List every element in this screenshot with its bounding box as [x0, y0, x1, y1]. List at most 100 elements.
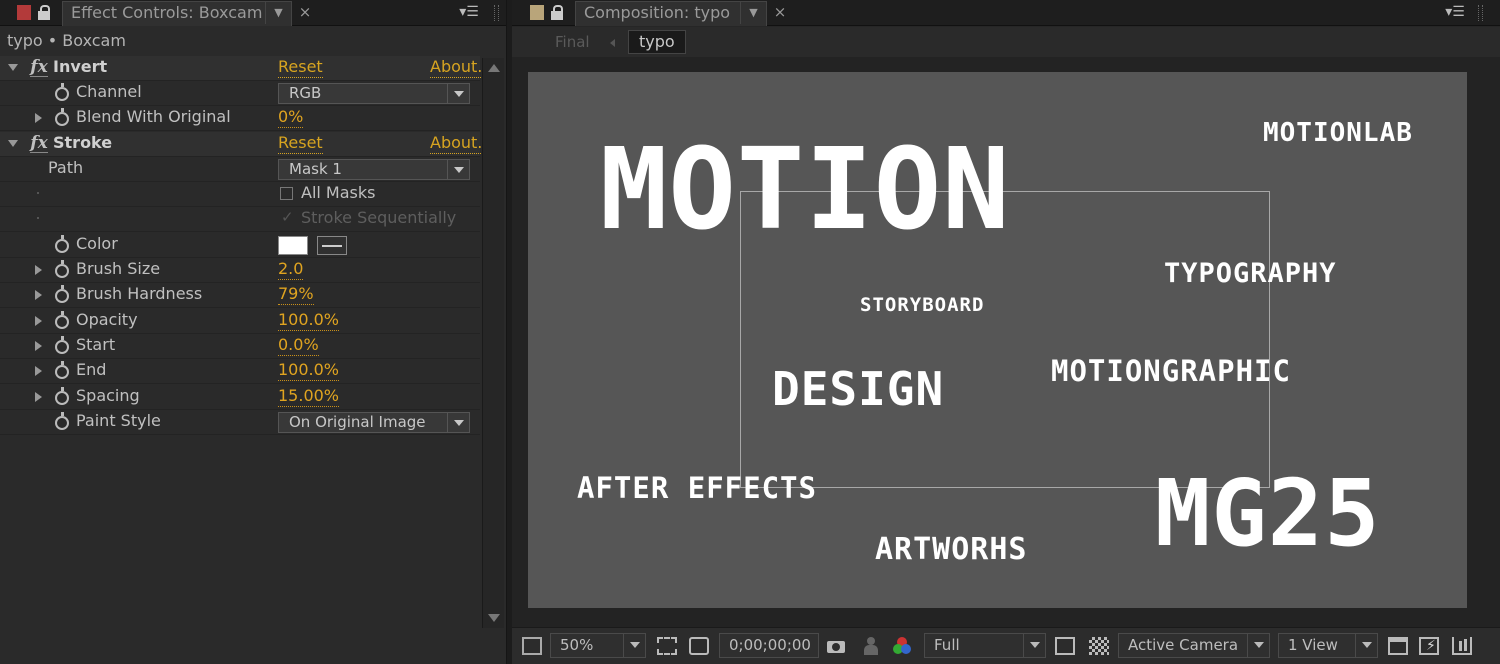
opacity-value[interactable]: 100.0% — [278, 310, 340, 331]
channel-dropdown[interactable]: RGB — [278, 83, 470, 104]
tab-dropdown-icon[interactable]: ▼ — [740, 2, 766, 24]
scroll-down-icon[interactable] — [488, 614, 500, 622]
region-of-interest-icon[interactable] — [657, 637, 677, 655]
twirl-closed-icon[interactable] — [35, 290, 42, 300]
stopwatch-icon[interactable] — [55, 336, 69, 354]
resolution-dropdown[interactable]: Full — [924, 633, 1046, 658]
channel-rgb-icon[interactable] — [892, 637, 912, 655]
view-layout-dropdown[interactable]: 1 View — [1278, 633, 1378, 658]
tab-dropdown-icon[interactable]: ▼ — [265, 2, 291, 24]
camera-view-dropdown[interactable]: Active Camera — [1118, 633, 1270, 658]
effect-header-stroke[interactable]: fx Stroke Reset About... — [0, 132, 493, 157]
text-layer-artworks[interactable]: ARTWORHS — [875, 532, 1028, 567]
effect-header-invert[interactable]: fx Invert Reset About... — [0, 56, 493, 81]
property-label: Brush Size — [76, 259, 161, 278]
lock-icon[interactable] — [551, 5, 563, 20]
end-value[interactable]: 100.0% — [278, 360, 340, 381]
property-row-color: Color — [0, 233, 480, 258]
stopwatch-icon[interactable] — [55, 83, 69, 101]
composition-viewer[interactable]: MOTION MOTIONLAB TYPOGRAPHY STORYBOARD D… — [512, 57, 1500, 627]
path-dropdown[interactable]: Mask 1 — [278, 159, 470, 180]
panel-color-swatch — [17, 5, 31, 20]
twirl-closed-icon[interactable] — [35, 366, 42, 376]
brush-size-value[interactable]: 2.0 — [278, 259, 304, 280]
text-layer-mg25[interactable]: MG25 — [1155, 464, 1381, 564]
person-icon[interactable] — [861, 637, 881, 655]
twirl-open-icon[interactable] — [8, 64, 18, 71]
text-layer-typography[interactable]: TYPOGRAPHY — [1164, 258, 1337, 289]
property-row-path: Path Mask 1 — [0, 157, 480, 182]
all-masks-label: All Masks — [301, 183, 376, 202]
fx-icon[interactable]: fx — [30, 134, 48, 153]
start-value[interactable]: 0.0% — [278, 335, 319, 356]
panel-grip-icon[interactable] — [494, 5, 499, 21]
text-layer-motionlab[interactable]: MOTIONLAB — [1263, 118, 1413, 148]
tab-effect-controls[interactable]: Effect Controls: Boxcam ▼ — [62, 1, 292, 26]
zoom-value: 50% — [560, 636, 594, 654]
timeline-icon[interactable] — [1452, 637, 1472, 655]
close-icon[interactable]: × — [298, 2, 312, 22]
text-layer-after-effects[interactable]: AFTER EFFECTS — [577, 471, 817, 505]
stopwatch-icon[interactable] — [55, 311, 69, 329]
stopwatch-icon[interactable] — [55, 235, 69, 253]
text-layer-motion[interactable]: MOTION — [600, 130, 1011, 250]
transparency-grid-icon[interactable] — [1089, 637, 1109, 655]
property-row-opacity: Opacity 100.0% — [0, 309, 480, 334]
flow-item-final[interactable]: Final — [555, 33, 590, 51]
vertical-scrollbar[interactable] — [482, 58, 504, 628]
paint-style-dropdown[interactable]: On Original Image — [278, 412, 470, 433]
reset-link-invert[interactable]: Reset — [278, 57, 323, 78]
blend-value[interactable]: 0% — [278, 107, 304, 128]
panel-menu-icon[interactable]: ▾☰ — [1444, 4, 1466, 20]
color-swatch[interactable] — [278, 236, 308, 255]
stopwatch-icon[interactable] — [55, 285, 69, 303]
property-label: Path — [48, 158, 84, 177]
all-masks-checkbox[interactable] — [280, 187, 293, 200]
fast-preview-bolt-icon[interactable]: ⚡ — [1419, 637, 1439, 655]
text-layer-storyboard[interactable]: STORYBOARD — [860, 294, 984, 316]
spacing-value[interactable]: 15.00% — [278, 386, 340, 407]
flow-item-typo[interactable]: typo — [628, 30, 686, 54]
reset-link-stroke[interactable]: Reset — [278, 133, 323, 154]
toggle-mask-visibility-icon[interactable] — [689, 637, 709, 655]
zoom-dropdown[interactable]: 50% — [550, 633, 646, 658]
text-layer-motiongraphic[interactable]: MOTIONGRAPHIC — [1051, 354, 1291, 388]
fx-icon[interactable]: fx — [30, 58, 48, 77]
stopwatch-icon[interactable] — [55, 361, 69, 379]
timecode-field[interactable]: 0;00;00;00 — [719, 633, 819, 658]
brush-hardness-value[interactable]: 79% — [278, 284, 314, 305]
composition-canvas[interactable]: MOTION MOTIONLAB TYPOGRAPHY STORYBOARD D… — [528, 72, 1467, 608]
composition-tabbar: Composition: typo ▼ × ▾☰ — [512, 0, 1500, 26]
camera-icon[interactable] — [826, 637, 846, 655]
stopwatch-icon[interactable] — [55, 412, 69, 430]
property-label: Color — [76, 234, 118, 253]
twirl-closed-icon[interactable] — [35, 392, 42, 402]
panel-menu-icon[interactable]: ▾☰ — [458, 4, 480, 20]
stopwatch-icon[interactable] — [55, 260, 69, 278]
tab-composition[interactable]: Composition: typo ▼ — [575, 1, 767, 26]
toggle-pixel-aspect-icon[interactable] — [1388, 637, 1408, 655]
twirl-closed-icon[interactable] — [35, 265, 42, 275]
property-row-paint-style: Paint Style On Original Image — [0, 410, 480, 435]
lock-icon[interactable] — [38, 5, 50, 20]
stopwatch-icon[interactable] — [55, 387, 69, 405]
twirl-closed-icon[interactable] — [35, 113, 42, 123]
property-row-brush-hardness: Brush Hardness 79% — [0, 283, 480, 308]
chevron-down-icon — [1023, 634, 1045, 657]
stopwatch-icon[interactable] — [55, 108, 69, 126]
chevron-down-icon — [1355, 634, 1377, 657]
checkmark-icon: ✓ — [281, 208, 294, 226]
panel-grip-icon[interactable] — [1478, 5, 1483, 21]
twirl-closed-icon[interactable] — [35, 316, 42, 326]
always-preview-icon[interactable] — [522, 637, 542, 655]
fast-previews-icon[interactable] — [1055, 637, 1075, 655]
text-layer-design[interactable]: DESIGN — [772, 362, 944, 416]
view-layout-value: 1 View — [1288, 636, 1338, 654]
twirl-open-icon[interactable] — [8, 140, 18, 147]
chevron-down-icon — [447, 413, 469, 432]
twirl-closed-icon[interactable] — [35, 341, 42, 351]
scroll-up-icon[interactable] — [488, 64, 500, 72]
eyedropper-icon[interactable] — [317, 236, 347, 255]
tab-effect-controls-label: Effect Controls: Boxcam — [71, 3, 263, 22]
close-icon[interactable]: × — [773, 2, 787, 22]
